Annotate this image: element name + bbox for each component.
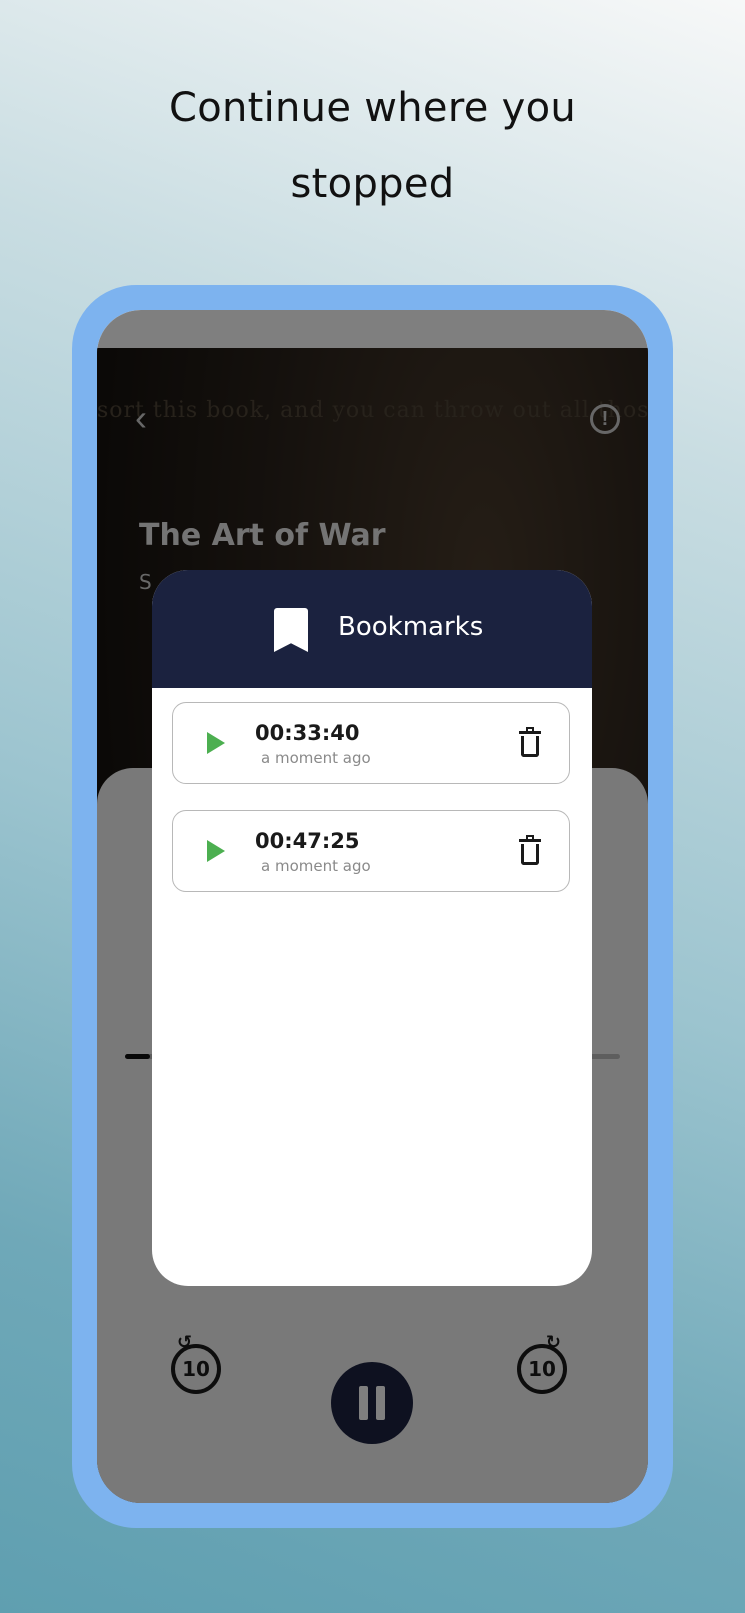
- bookmark-icon: [274, 608, 308, 652]
- dialog-title: Bookmarks: [338, 612, 484, 642]
- trash-lid: [519, 839, 541, 842]
- bookmark-time: 00:47:25: [255, 829, 360, 853]
- headline: Continue where you stopped: [0, 70, 745, 222]
- headline-line-1: Continue where you: [168, 85, 577, 131]
- dialog-header: Bookmarks: [152, 570, 592, 688]
- trash-icon[interactable]: [519, 727, 541, 757]
- play-icon[interactable]: [207, 732, 225, 754]
- headline-line-2: stopped: [290, 161, 455, 207]
- trash-can: [521, 844, 539, 865]
- bookmarks-dialog: Bookmarks 00:33:40 a moment ago 00:47:25…: [152, 570, 592, 1286]
- trash-can: [521, 736, 539, 757]
- bookmark-time: 00:33:40: [255, 721, 360, 745]
- trash-lid: [519, 731, 541, 734]
- bookmark-timestamp: a moment ago: [261, 857, 371, 875]
- play-icon[interactable]: [207, 840, 225, 862]
- trash-icon[interactable]: [519, 835, 541, 865]
- bookmark-item[interactable]: 00:47:25 a moment ago: [172, 810, 570, 892]
- bookmark-item[interactable]: 00:33:40 a moment ago: [172, 702, 570, 784]
- bookmark-timestamp: a moment ago: [261, 749, 371, 767]
